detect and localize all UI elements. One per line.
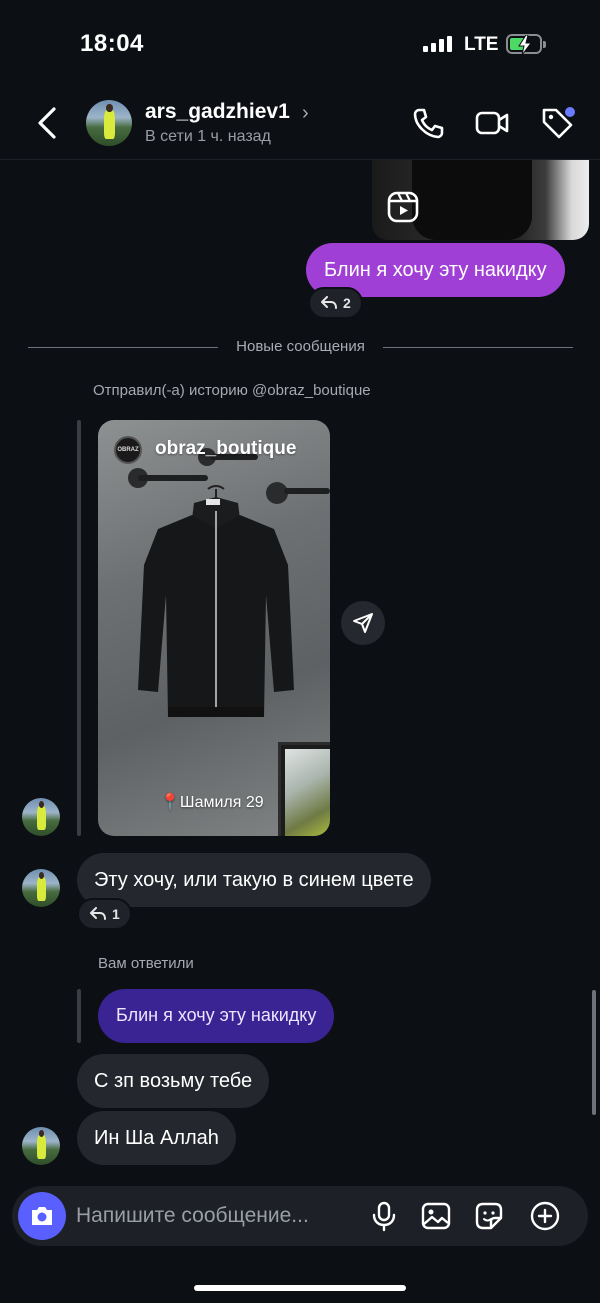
message-composer: Напишите сообщение... [12, 1186, 588, 1246]
video-call-icon[interactable] [475, 106, 509, 140]
cellular-signal-icon [423, 36, 452, 52]
received-message[interactable]: Эту хочу, или такую в синем цвете [77, 853, 431, 907]
camera-button[interactable] [18, 1192, 66, 1240]
forward-button[interactable] [341, 601, 385, 645]
home-indicator[interactable] [194, 1285, 406, 1291]
scrollbar[interactable] [592, 990, 596, 1115]
back-arrow-icon[interactable] [32, 106, 64, 140]
reply-count: 2 [343, 295, 351, 311]
wall-picture [278, 742, 330, 836]
chevron-right-icon[interactable]: › [302, 102, 309, 125]
phone-call-icon[interactable] [411, 106, 445, 140]
clock: 18:04 [80, 30, 144, 57]
contact-name[interactable]: ars_gadzhiev1 [145, 100, 290, 124]
notification-dot [565, 107, 575, 117]
story-share-caption: Отправил(-а) историю @obraz_boutique [93, 382, 371, 399]
sender-avatar[interactable] [22, 1127, 60, 1165]
sender-avatar[interactable] [22, 798, 60, 836]
gallery-icon[interactable] [420, 1200, 452, 1232]
new-messages-divider: Новые сообщения [28, 337, 573, 357]
story-account-name[interactable]: obraz_boutique [155, 438, 296, 460]
avatar[interactable] [86, 100, 132, 146]
battery-charging-icon [506, 34, 546, 55]
plus-icon[interactable] [529, 1200, 561, 1232]
quoted-message[interactable]: Блин я хочу эту накидку [98, 989, 335, 1043]
reply-count-badge[interactable]: 1 [77, 898, 132, 930]
send-paper-plane-icon [353, 613, 373, 633]
presence-status: В сети 1 ч. назад [145, 128, 271, 145]
reply-count-badge[interactable]: 2 [308, 287, 363, 319]
reels-icon [387, 191, 419, 223]
camera-icon [32, 1207, 52, 1225]
network-type: LTE [464, 34, 499, 55]
microphone-icon[interactable] [368, 1200, 400, 1232]
product-photo [138, 485, 294, 717]
message-input[interactable]: Напишите сообщение... [76, 1204, 309, 1228]
sender-avatar[interactable] [22, 869, 60, 907]
reply-count: 1 [112, 906, 120, 922]
location-sticker: 📍Шамиля 29 [160, 794, 264, 811]
reply-arrow-icon [321, 296, 337, 309]
sticker-icon[interactable] [473, 1200, 505, 1232]
quote-bar [77, 989, 81, 1043]
received-message[interactable]: С зп возьму тебе [77, 1054, 270, 1108]
reply-arrow-icon [90, 907, 106, 920]
chat-header: ars_gadzhiev1 › В сети 1 ч. назад [0, 90, 600, 160]
shared-story-card[interactable]: OBRAZ obraz_boutique 📍Шамиля 29 [98, 420, 330, 836]
status-bar: 18:04 LTE [0, 0, 600, 90]
received-message[interactable]: Ин Ша Аллаh [77, 1111, 236, 1165]
brand-logo: OBRAZ [114, 436, 142, 464]
quote-bar [77, 420, 81, 836]
replied-label: Вам ответили [98, 955, 194, 972]
divider-label: Новые сообщения [236, 338, 365, 355]
